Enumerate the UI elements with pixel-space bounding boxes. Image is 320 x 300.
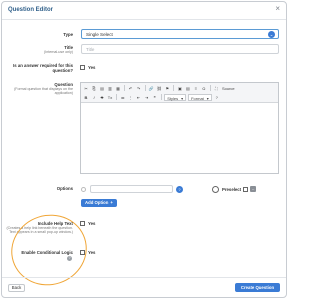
paste-text-icon[interactable]: ▥ (107, 85, 113, 92)
remove-format-button[interactable]: Tx (107, 94, 113, 101)
highlight-annotation-circle (2, 204, 96, 296)
footer-divider (2, 277, 286, 278)
image-icon[interactable]: ▣ (177, 85, 183, 92)
required-checkbox-row[interactable]: Yes (80, 65, 95, 70)
toolbar-separator (116, 94, 117, 100)
styles-dropdown-label: Styles (167, 95, 179, 101)
preselect-checkbox[interactable] (243, 186, 249, 192)
option-row: ? Preselect – (81, 185, 257, 193)
info-icon[interactable]: ? (176, 185, 183, 193)
undo-icon[interactable]: ↶ (128, 85, 134, 92)
required-checkbox-label: Yes (88, 65, 96, 70)
table-icon[interactable]: ▤ (185, 85, 191, 92)
add-option-button[interactable]: Add Option + (81, 199, 117, 207)
options-label: Options (56, 186, 73, 191)
source-button[interactable]: Source (221, 85, 235, 92)
toolbar-separator (173, 85, 174, 91)
drag-handle-icon[interactable] (81, 186, 86, 192)
toolbar-separator (124, 85, 125, 91)
question-editor-modal: Question Editor × Type Single Select ⌄ T… (1, 1, 287, 298)
format-dropdown[interactable]: Format ▾ (188, 93, 212, 101)
option-settings-icon[interactable] (212, 185, 219, 193)
create-question-button[interactable]: Create Question (235, 283, 280, 292)
editor-toolbar: ✂ ⎘ ▤ ▥ ▦ ↶ ↷ 🔗 ⛓ ⚑ ▣ ▤ ≡ Ω ⛶ Source B I… (81, 83, 278, 103)
chevron-down-icon: ▾ (181, 95, 184, 101)
toolbar-row-1: ✂ ⎘ ▤ ▥ ▦ ↶ ↷ 🔗 ⛓ ⚑ ▣ ▤ ≡ Ω ⛶ Source (83, 84, 235, 92)
numbered-list-icon[interactable]: ≔ (120, 94, 126, 101)
close-icon[interactable]: × (275, 5, 280, 13)
special-char-icon[interactable]: Ω (201, 85, 207, 92)
chevron-down-icon: ▾ (206, 95, 209, 101)
modal-header: Question Editor × (2, 2, 286, 20)
add-option-label: Add Option (85, 200, 109, 205)
outdent-icon[interactable]: ⇤ (136, 94, 142, 101)
styles-dropdown[interactable]: Styles ▾ (164, 93, 187, 101)
bulleted-list-icon[interactable]: ⋮ (128, 94, 134, 101)
type-label: Type (4, 32, 73, 37)
type-select[interactable]: Single Select ⌄ (81, 29, 279, 39)
maximize-icon[interactable]: ⛶ (213, 85, 219, 92)
paste-icon[interactable]: ▤ (99, 85, 105, 92)
title-sublabel: (Internal-use only) (44, 50, 73, 54)
link-icon[interactable]: 🔗 (148, 85, 154, 92)
indent-icon[interactable]: ⇥ (144, 94, 150, 101)
horizontal-line-icon[interactable]: ≡ (193, 85, 199, 92)
required-label: Is an answer required for this question? (13, 63, 73, 73)
remove-option-icon[interactable]: – (250, 186, 257, 192)
type-select-value: Single Select (86, 32, 113, 37)
required-checkbox[interactable] (80, 65, 85, 70)
help-icon[interactable]: ? (214, 94, 220, 101)
question-rich-text-editor[interactable]: ✂ ⎘ ▤ ▥ ▦ ↶ ↷ 🔗 ⛓ ⚑ ▣ ▤ ≡ Ω ⛶ Source B I… (80, 82, 279, 174)
option-input[interactable] (90, 185, 173, 193)
back-button[interactable]: Back (8, 284, 25, 292)
title-label: Title (Internal-use only) (4, 45, 73, 54)
format-dropdown-label: Format (191, 95, 204, 101)
strike-button[interactable]: S (99, 94, 105, 101)
blockquote-icon[interactable]: ❝ (152, 94, 158, 101)
chevron-down-icon: ⌄ (268, 31, 275, 38)
help-text-checkbox-row[interactable]: Yes (80, 221, 95, 226)
toolbar-separator (144, 85, 146, 91)
redo-icon[interactable]: ↷ (136, 85, 142, 92)
plus-icon: + (110, 200, 113, 205)
title-input[interactable]: Title (81, 44, 279, 54)
conditional-logic-checkbox-label: Yes (88, 250, 96, 255)
help-text-checkbox[interactable] (80, 221, 85, 226)
help-text-checkbox-label: Yes (88, 221, 96, 226)
modal-title: Question Editor (8, 7, 53, 13)
question-sublabel: (Formal question that displays on the ap… (14, 87, 73, 96)
anchor-icon[interactable]: ⚑ (164, 85, 170, 92)
cut-icon[interactable]: ✂ (83, 85, 89, 92)
toolbar-row-2: B I S Tx ≔ ⋮ ⇤ ⇥ ❝ Styles ▾ Format ▾ ? (83, 93, 220, 101)
preselect-label: Preselect (222, 186, 242, 192)
unlink-icon[interactable]: ⛓ (156, 85, 162, 92)
toolbar-separator (209, 85, 211, 91)
question-label: Question (Formal question that displays … (4, 82, 73, 96)
paste-word-icon[interactable]: ▦ (115, 85, 121, 92)
bold-button[interactable]: B (83, 94, 89, 101)
toolbar-separator (160, 94, 162, 100)
copy-icon[interactable]: ⎘ (91, 85, 97, 92)
type-label-text: Type (63, 32, 73, 37)
italic-button[interactable]: I (91, 94, 97, 101)
